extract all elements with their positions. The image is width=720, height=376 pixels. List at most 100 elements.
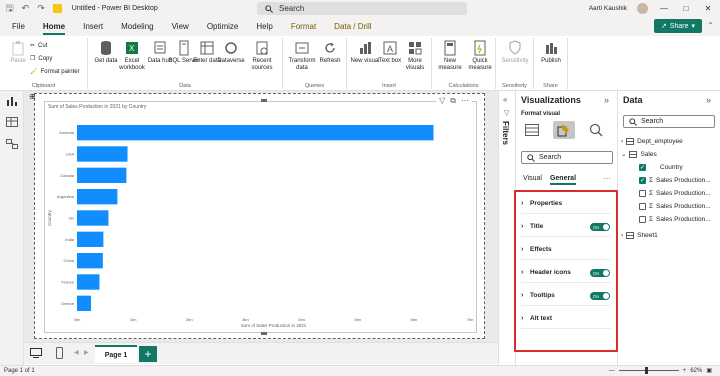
refresh-button[interactable]: Refresh: [314, 40, 346, 65]
model-view-icon[interactable]: [6, 139, 18, 149]
redo-icon[interactable]: ↷: [37, 3, 45, 14]
tab-home[interactable]: Home: [42, 17, 66, 36]
card-effects[interactable]: › Effects: [521, 240, 611, 260]
bar-chart-visual[interactable]: Sum of Sales Production in 2021 by Count…: [44, 96, 477, 333]
card-properties[interactable]: › Properties: [521, 194, 611, 214]
resize-handle[interactable]: [261, 99, 267, 102]
checkbox-checked[interactable]: ✓: [639, 176, 646, 184]
chart-bar[interactable]: [77, 231, 104, 248]
more-visuals-button[interactable]: More visuals: [399, 40, 431, 72]
tab-modeling[interactable]: Modeling: [121, 17, 153, 36]
tab-data-drill[interactable]: Data / Drill: [334, 17, 371, 36]
card-label: Properties: [530, 200, 563, 207]
tab-insert[interactable]: Insert: [83, 17, 103, 36]
x-tick-label: 5bn: [354, 317, 361, 322]
zoom-knob[interactable]: [644, 367, 648, 374]
more-options-icon[interactable]: ···: [603, 174, 611, 183]
report-view-icon[interactable]: [6, 96, 18, 106]
card-title[interactable]: › Title On: [521, 217, 611, 237]
tab-visual[interactable]: Visual: [523, 175, 542, 185]
avatar[interactable]: [637, 3, 648, 14]
zoom-out-icon[interactable]: —: [609, 368, 615, 374]
desktop-layout-icon[interactable]: [30, 348, 42, 358]
card-header-icons[interactable]: › Header icons On: [521, 263, 611, 283]
expand-filters-icon[interactable]: «: [503, 95, 507, 104]
cut-button[interactable]: ✂ Cut: [30, 42, 47, 50]
tooltips-toggle[interactable]: On: [590, 292, 610, 300]
sensitivity-button[interactable]: Sensitivity: [499, 40, 531, 65]
resize-handle[interactable]: [261, 332, 267, 335]
undo-icon[interactable]: ↶: [22, 3, 30, 14]
tab-help[interactable]: Help: [256, 17, 272, 36]
report-page[interactable]: Sum of Sales Production in 2021 by Count…: [34, 93, 485, 339]
format-visual-icon[interactable]: [553, 121, 575, 139]
field-sales-production-3[interactable]: Σ Sales Production...: [639, 200, 720, 212]
maximize-icon[interactable]: □: [680, 4, 692, 13]
tree-item-dept-employee[interactable]: › Dept_employee: [621, 135, 719, 147]
minimize-icon[interactable]: —: [658, 4, 670, 13]
collapse-pane-icon[interactable]: »: [604, 95, 609, 105]
quick-measure-button[interactable]: Quick measure: [464, 40, 496, 72]
chart-bar[interactable]: [77, 124, 434, 141]
visual-search-input[interactable]: Search: [521, 151, 613, 164]
field-country[interactable]: ✓ Country: [639, 161, 720, 173]
recent-sources-button[interactable]: Recent sources: [246, 40, 278, 72]
collapse-ribbon-icon[interactable]: ⌃: [707, 21, 714, 30]
share-button[interactable]: ↗ Share ▾: [654, 19, 702, 33]
checkbox[interactable]: [639, 202, 646, 210]
tab-optimize[interactable]: Optimize: [207, 17, 239, 36]
card-tooltips[interactable]: › Tooltips On: [521, 286, 611, 306]
sensitivity-group-label: Sensitivity: [502, 83, 527, 89]
get-data-label: Get data: [94, 58, 118, 64]
checkbox[interactable]: [639, 215, 646, 223]
page-tab-bar: ◀ ▶ Page 1 +: [24, 342, 498, 364]
format-painter-button[interactable]: 🖌 Format painter: [30, 68, 80, 76]
add-page-button[interactable]: +: [139, 346, 157, 362]
tab-file[interactable]: File: [12, 17, 25, 36]
filter-pane-toggle-icon[interactable]: ⊕: [29, 92, 36, 101]
publish-button[interactable]: Publish: [535, 40, 567, 65]
mobile-layout-icon[interactable]: [56, 347, 63, 359]
table-view-icon[interactable]: [6, 117, 18, 127]
checkbox-checked[interactable]: ✓: [639, 163, 646, 171]
chart-bar[interactable]: [77, 188, 118, 205]
page-tab[interactable]: Page 1: [95, 345, 137, 363]
publish-icon: [543, 40, 559, 56]
field-sales-production-2[interactable]: Σ Sales Production...: [639, 187, 720, 199]
tab-view[interactable]: View: [172, 17, 189, 36]
tab-format[interactable]: Format: [291, 17, 316, 36]
analytics-icon[interactable]: [585, 121, 607, 139]
zoom-slider[interactable]: [618, 367, 679, 374]
field-sales-production-4[interactable]: Σ Sales Production...: [639, 213, 720, 225]
tree-item-sheet1[interactable]: › Sheet1: [621, 229, 719, 241]
checkbox[interactable]: [639, 189, 646, 197]
new-measure-button[interactable]: New measure: [434, 40, 466, 72]
chart-bar[interactable]: [77, 210, 109, 226]
tab-general[interactable]: General: [549, 175, 577, 185]
fit-to-page-icon[interactable]: ▣: [706, 367, 712, 374]
chart-bar[interactable]: [77, 274, 100, 290]
data-search-input[interactable]: Search: [623, 115, 715, 128]
header-icons-toggle[interactable]: On: [590, 269, 610, 277]
close-icon[interactable]: ✕: [702, 4, 714, 13]
save-icon[interactable]: 🖫: [6, 1, 14, 17]
title-search-input[interactable]: Search: [257, 2, 467, 15]
next-page-icon[interactable]: ▶: [84, 349, 89, 356]
zoom-in-icon[interactable]: +: [683, 368, 687, 374]
copy-button[interactable]: ❐ Copy: [30, 55, 52, 63]
title-toggle[interactable]: On: [590, 223, 610, 231]
table-icon: [626, 231, 635, 239]
card-alt-text[interactable]: › Alt text: [521, 309, 611, 329]
tree-item-sales[interactable]: ⌄ Sales: [621, 148, 719, 160]
build-visual-icon[interactable]: [521, 121, 543, 139]
chart-bar[interactable]: [77, 146, 128, 162]
chart-bar[interactable]: [77, 167, 127, 184]
chart-bar[interactable]: [77, 295, 92, 312]
field-sales-production-1[interactable]: ✓ Σ Sales Production...: [639, 174, 720, 186]
prev-page-icon[interactable]: ◀: [74, 349, 79, 356]
chart-bar[interactable]: [77, 252, 103, 269]
dataverse-button[interactable]: Dataverse: [215, 40, 247, 65]
collapse-pane-icon[interactable]: »: [706, 95, 711, 105]
title-bar: 🖫 ↶ ↷ Untitled - Power BI Desktop Search…: [0, 0, 720, 17]
y-tick-label: India: [65, 237, 74, 242]
